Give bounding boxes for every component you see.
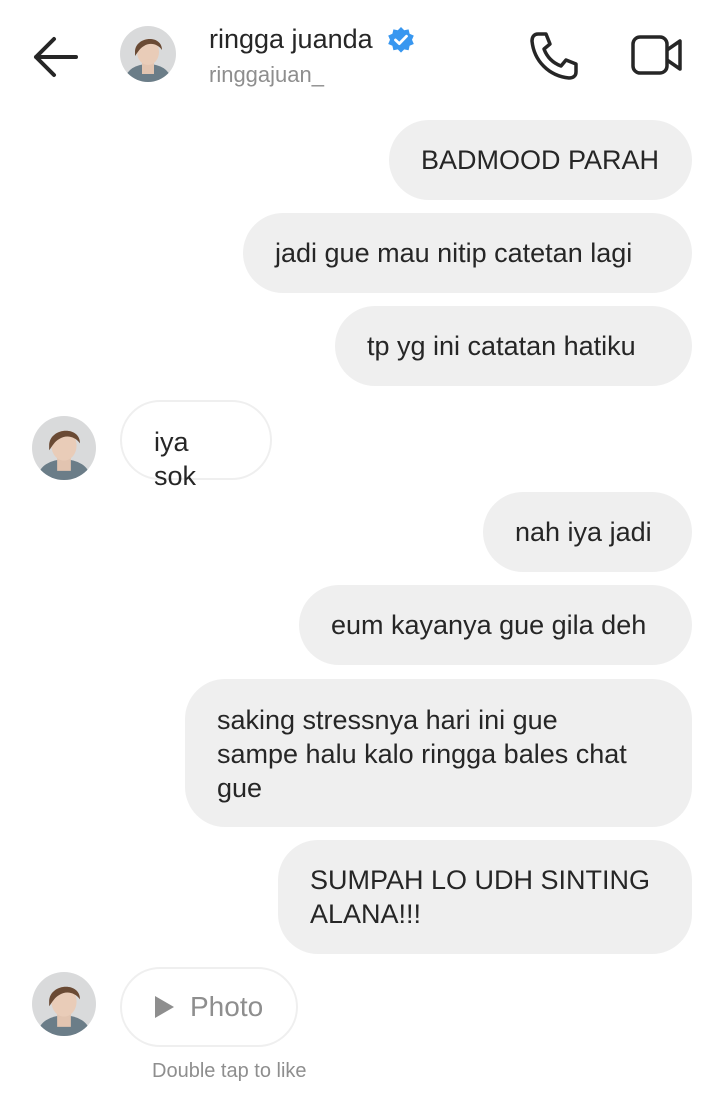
double-tap-hint: Double tap to like — [152, 1060, 307, 1082]
video-call-icon[interactable] — [630, 33, 684, 77]
photo-label: Photo — [190, 991, 264, 1022]
contact-name[interactable]: ringga juanda — [209, 24, 415, 55]
back-arrow-icon[interactable] — [28, 34, 84, 80]
message-bubble-incoming[interactable]: iya sok — [120, 400, 272, 491]
avatar[interactable] — [120, 26, 176, 82]
play-icon — [155, 996, 174, 1018]
message-bubble-outgoing[interactable]: nah iya jadi — [483, 492, 692, 572]
message-bubble-outgoing[interactable]: saking stressnya hari ini gue sampe halu… — [185, 679, 692, 827]
avatar[interactable] — [32, 972, 96, 1036]
message-bubble-outgoing[interactable]: eum kayanya gue gila deh — [299, 585, 692, 665]
chat-header: ringga juanda ringgajuan_ — [0, 0, 720, 110]
phone-call-icon[interactable] — [528, 30, 580, 82]
message-bubble-outgoing[interactable]: SUMPAH LO UDH SINTING ALANA!!! — [278, 840, 692, 954]
message-bubble-outgoing[interactable]: BADMOOD PARAH — [389, 120, 692, 200]
contact-username: ringgajuan_ — [209, 62, 324, 87]
verified-badge-icon — [387, 26, 414, 53]
message-bubble-outgoing[interactable]: jadi gue mau nitip catetan lagi — [243, 213, 692, 293]
avatar[interactable] — [32, 416, 96, 480]
photo-message[interactable]: Photo — [120, 967, 298, 1047]
contact-name-text: ringga juanda — [209, 24, 373, 54]
message-bubble-outgoing[interactable]: tp yg ini catatan hatiku — [335, 306, 692, 386]
